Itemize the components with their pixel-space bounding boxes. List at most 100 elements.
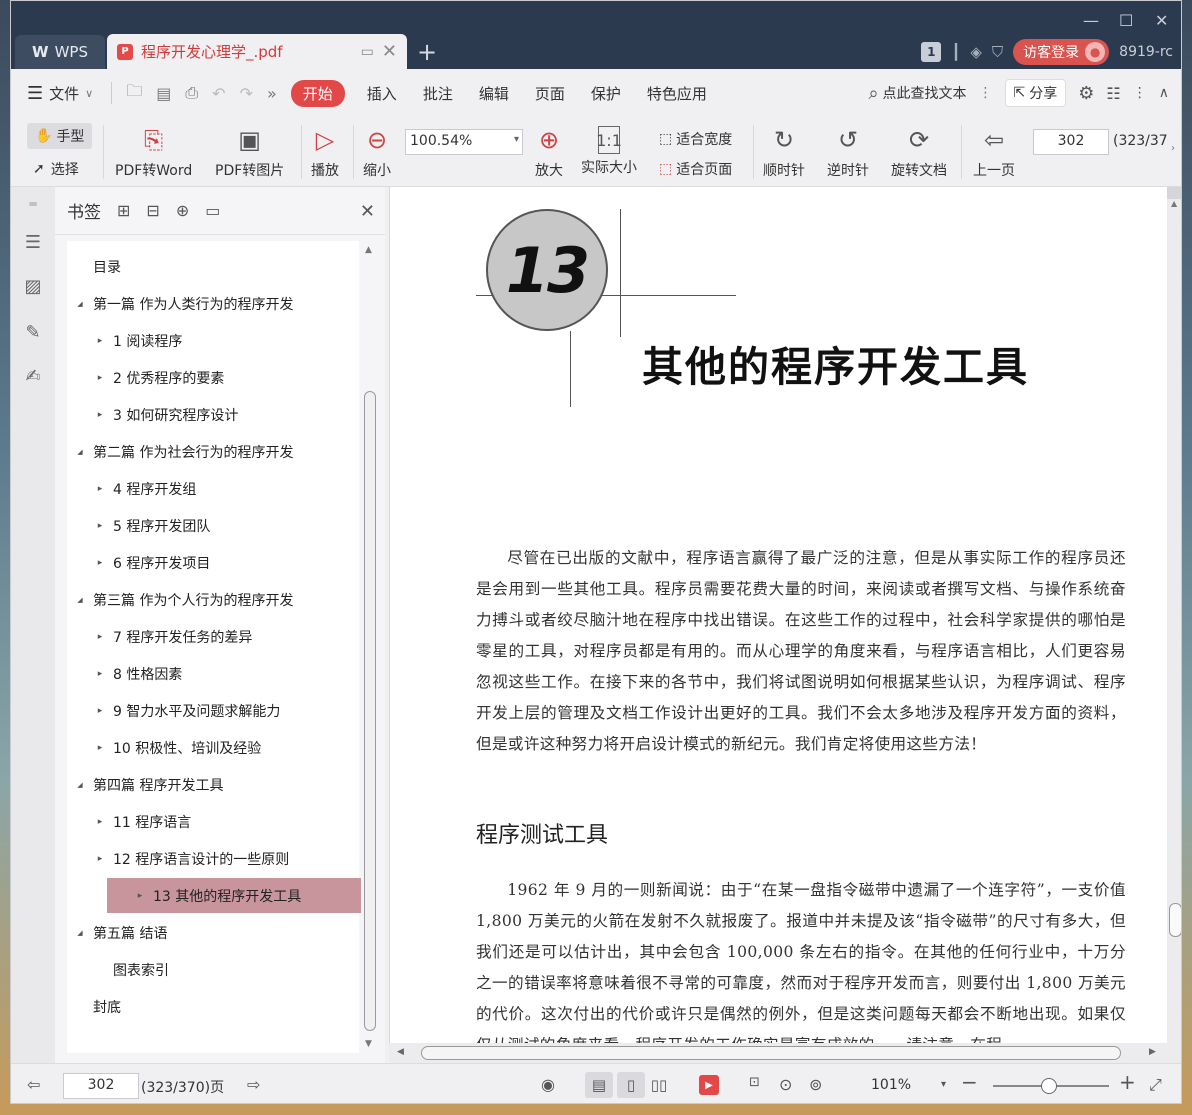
bookmark-item[interactable]: ▸ 7 程序开发任务的差异 [67,619,359,654]
bookmark-item[interactable]: ▸ 8 性格因素 [67,656,359,691]
collapsed-arrow-icon[interactable]: ▸ [95,373,105,383]
prev-page-icon[interactable]: ⇦ [27,1075,40,1094]
file-menu[interactable]: ☰ 文件 ∨ [27,83,93,104]
zoom-in-status-icon[interactable]: + [1119,1070,1136,1094]
bookmark-item[interactable]: ▸ 4 程序开发组 [67,471,359,506]
collapsed-arrow-icon[interactable]: ▸ [95,817,105,827]
bookmark-item[interactable]: ◢ 第三篇 作为个人行为的程序开发 [67,582,359,617]
hand-tool-button[interactable]: ✋ 手型 [27,123,93,149]
fit-page-button[interactable]: ⬚ 适合页面 [659,159,732,179]
collapsed-arrow-icon[interactable]: ▸ [95,336,105,346]
skin-icon[interactable]: ◈ [970,43,982,61]
tab-special[interactable]: 特色应用 [647,83,707,104]
collapsed-arrow-icon[interactable]: ▸ [95,669,105,679]
document-vertical-scrollbar[interactable]: ▲ [1167,187,1181,1063]
bookmark-item[interactable]: ▸ 13 其他的程序开发工具 [107,878,361,913]
window-mode-icon[interactable]: ▭ [361,44,374,60]
more-vertical-icon[interactable]: ⋮ [979,85,993,101]
bookmark-item[interactable]: ▸ 10 积极性、培训及经验 [67,730,359,765]
search-icon[interactable]: ⌕ [868,83,878,104]
tab-document[interactable]: P 程序开发心理学_.pdf ▭ ✕ [107,34,407,69]
more-quick-icon[interactable]: » [267,84,277,103]
collapsed-arrow-icon[interactable]: ▸ [135,891,145,901]
zoom-in-button[interactable]: ⊕ 放大 [535,123,563,180]
fit-page-status-icon[interactable]: ⊙ [779,1075,792,1094]
expanded-arrow-icon[interactable]: ◢ [75,596,85,604]
signature-icon[interactable]: ✍ [22,365,44,387]
collapsed-arrow-icon[interactable]: ▸ [95,521,105,531]
close-window-icon[interactable]: ✕ [1155,11,1168,30]
add-bookmark-icon[interactable]: ⊕ [176,201,189,220]
comment-icon[interactable]: ☷ [1106,84,1120,103]
zoom-select[interactable]: 100.54% ▾ [405,129,523,155]
collapsed-arrow-icon[interactable]: ▸ [95,632,105,642]
tab-insert[interactable]: 插入 [367,83,397,104]
expanded-arrow-icon[interactable]: ◢ [75,448,85,456]
bookmark-list-icon[interactable]: ☰ [22,231,44,253]
prev-page-button[interactable]: ⇦ 上一页 [973,123,1015,180]
more-options-icon[interactable]: ⋮ [1133,85,1147,101]
open-folder-icon[interactable]: 🗀 [126,80,142,107]
status-zoom-value[interactable]: 101% [871,1077,911,1093]
actual-size-button[interactable]: 1:1 实际大小 [581,123,637,177]
tab-protect[interactable]: 保护 [591,83,621,104]
collapsed-arrow-icon[interactable]: ▸ [95,558,105,568]
horizontal-scroll-thumb[interactable] [421,1046,1121,1060]
close-panel-icon[interactable]: ✕ [360,201,375,222]
bookmark-item[interactable]: ▸ 11 程序语言 [67,804,359,839]
bookmark-item[interactable]: ▸ 3 如何研究程序设计 [67,397,359,432]
pdf-to-word-button[interactable]: ⎘ PDF转Word [115,123,192,180]
bookmark-item[interactable]: ▸ 6 程序开发项目 [67,545,359,580]
expand-all-icon[interactable]: ⊞ [117,201,130,220]
shirt-icon[interactable]: ⛉ [992,43,1003,61]
undo-icon[interactable]: ↶ [212,84,225,103]
bookmark-item[interactable]: ◢ 第四篇 程序开发工具 [67,767,359,802]
redo-icon[interactable]: ↷ [240,84,253,103]
bookmark-item[interactable]: ▸ 5 程序开发团队 [67,508,359,543]
rotate-counterclockwise-button[interactable]: ↺ 逆时针 [827,123,869,180]
collapsed-arrow-icon[interactable]: ▸ [95,410,105,420]
bookmark-item[interactable]: ▸ 9 智力水平及问题求解能力 [67,693,359,728]
bookmark-item[interactable]: ◢ 第五篇 结语 [67,915,359,950]
tab-edit[interactable]: 编辑 [479,83,509,104]
scroll-up-icon[interactable]: ▲ [1171,199,1177,208]
scroll-down-icon[interactable]: ▼ [365,1039,372,1049]
bookmark-item[interactable]: ▸ 1 阅读程序 [67,323,359,358]
document-horizontal-scrollbar[interactable]: ◀ ▶ [389,1043,1167,1063]
bookmark-options-icon[interactable]: ▭ [205,201,220,220]
ribbon-scroll-right-icon[interactable]: › [1171,143,1175,154]
zoom-dropdown-icon[interactable]: ▾ [941,1079,946,1090]
expanded-arrow-icon[interactable]: ◢ [75,781,85,789]
actual-size-status-icon[interactable]: ⊡ [749,1075,760,1090]
login-button[interactable]: 访客登录 ● [1013,39,1110,65]
single-page-view-icon[interactable]: ▯ [617,1072,645,1098]
minimize-icon[interactable]: — [1083,11,1099,30]
select-tool-button[interactable]: ➚ 选择 [33,159,79,179]
bookmark-item[interactable]: 封底 [67,989,359,1024]
window-count-badge[interactable]: 1 [921,42,942,62]
tab-start[interactable]: 开始 [290,79,345,107]
page-number-input[interactable]: 302 [1033,129,1109,155]
fit-width-status-icon[interactable]: ⊚ [809,1075,822,1094]
eye-protection-icon[interactable]: ◉ [541,1075,555,1094]
annotation-icon[interactable]: ✎ [22,321,44,343]
fit-width-button[interactable]: ⬚ 适合宽度 [659,129,732,149]
collapsed-arrow-icon[interactable]: ▸ [95,484,105,494]
collapse-ribbon-icon[interactable]: ∧ [1159,85,1169,101]
tab-page[interactable]: 页面 [535,83,565,104]
bookmark-item[interactable]: ◢ 第二篇 作为社会行为的程序开发 [67,434,359,469]
expanded-arrow-icon[interactable]: ◢ [75,929,85,937]
bookmark-scrollbar[interactable]: ▲ ▼ [361,241,379,1053]
two-page-view-icon[interactable]: ▯▯ [645,1072,673,1098]
tab-annotate[interactable]: 批注 [423,83,453,104]
new-tab-button[interactable]: + [407,35,447,69]
expanded-arrow-icon[interactable]: ◢ [75,300,85,308]
collapse-all-icon[interactable]: ⊟ [146,201,159,220]
tab-wps[interactable]: W WPS [15,35,105,69]
bookmark-item[interactable]: ▸ 12 程序语言设计的一些原则 [67,841,359,876]
status-page-input[interactable]: 302 [63,1073,139,1099]
play-button[interactable]: ▷ 播放 [311,123,339,180]
gear-icon[interactable]: ⚙ [1078,83,1094,104]
thumbnail-image-icon[interactable]: ▨ [22,275,44,297]
close-tab-icon[interactable]: ✕ [382,41,397,62]
